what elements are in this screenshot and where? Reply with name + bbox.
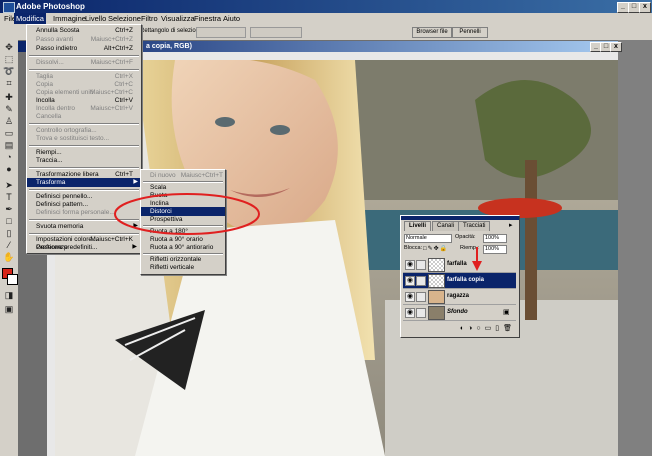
transform-menu-item[interactable]: Di nuovo Maiusc+Ctrl+T — [141, 171, 225, 180]
quickmask-icon[interactable]: ◨ — [3, 290, 15, 301]
layer-row-ragazza[interactable]: ◉ ragazza — [403, 289, 516, 305]
browser-file-tab[interactable]: Browser file — [412, 27, 452, 38]
layer-name: ragazza — [447, 293, 470, 299]
edit-menu-item[interactable]: Passo avanti Maiusc+Ctrl+Z — [27, 35, 141, 44]
move-tool-icon[interactable]: ✥ — [3, 42, 15, 53]
menu-bar: File Modifica Immagine Livello Selezione… — [0, 13, 652, 24]
eye-icon[interactable]: ◉ — [405, 276, 415, 286]
eyedropper-tool-icon[interactable]: ⁄ — [3, 240, 15, 251]
layers-bottom-buttons[interactable]: ◐◑○▭▯🗑 — [403, 324, 516, 335]
mode-buttons[interactable] — [196, 27, 246, 38]
transform-menu-item[interactable]: Ruota a 90° antiorario — [141, 243, 225, 252]
gradient-tool-icon[interactable]: ▤ — [3, 140, 15, 151]
blur-tool-icon[interactable]: ◔ — [3, 152, 15, 163]
edit-menu-item[interactable]: Annulla Scosta Ctrl+Z — [27, 26, 141, 35]
toolbox: ✥ ⬚ ➰ ⌗ ✚ ✎ ♙ ▭ ▤ ◔ ● ➤ T ✒ □ ▯ ⁄ ✋ ◨ ▣ — [0, 40, 18, 456]
lock-icon: ▣ — [503, 309, 510, 316]
layer-thumbnail — [428, 274, 445, 288]
layer-row-sfondo[interactable]: ◉ Sfondo ▣ — [403, 305, 516, 321]
menu-filtro[interactable]: Filtro — [139, 13, 160, 24]
panel-title-strip — [401, 216, 519, 220]
notes-tool-icon[interactable]: ▯ — [3, 228, 15, 239]
lock-icons[interactable]: □✎✥🔒 — [423, 245, 453, 253]
panel-menu-icon[interactable]: ▸ — [509, 221, 513, 229]
edit-menu-item[interactable]: Trova e sostituisci testo... — [27, 134, 141, 143]
menu-separator — [29, 145, 139, 147]
eye-icon[interactable]: ◉ — [405, 260, 415, 270]
tab-livelli[interactable]: Livelli — [404, 221, 432, 231]
window-title-bar: Adobe Photoshop _ □ x — [0, 0, 652, 13]
edit-menu-item-trasforma[interactable]: Trasforma ▶ — [27, 178, 141, 187]
close-button[interactable]: x — [639, 2, 651, 13]
opacity-label: Opacità: — [455, 234, 476, 240]
menu-modifica[interactable]: Modifica — [14, 13, 46, 24]
shape-tool-icon[interactable]: □ — [3, 216, 15, 227]
brush-icon — [416, 292, 426, 302]
layer-name: farfalla — [447, 261, 467, 267]
screen-mode-icon[interactable]: ▣ — [3, 304, 15, 315]
crop-tool-icon[interactable]: ⌗ — [3, 78, 15, 89]
annotation-ellipse — [114, 193, 260, 235]
align-buttons[interactable] — [250, 27, 302, 38]
brushes-tab[interactable]: Pennelli — [452, 27, 488, 38]
transform-menu-item[interactable]: Rifletti verticale — [141, 263, 225, 272]
brush-tool-icon[interactable]: ✎ — [3, 104, 15, 115]
edit-menu-item[interactable]: Traccia... — [27, 156, 141, 165]
layer-row-farfalla[interactable]: ◉ farfalla — [403, 257, 516, 273]
path-selection-tool-icon[interactable]: ➤ — [3, 180, 15, 191]
menu-separator — [29, 123, 139, 125]
brush-icon — [416, 308, 426, 318]
healing-tool-icon[interactable]: ✚ — [3, 92, 15, 103]
layer-name: farfalla copia — [447, 277, 485, 283]
menu-selezione[interactable]: Selezione — [106, 13, 143, 24]
menu-visualizza[interactable]: Visualizza — [159, 13, 197, 24]
menu-livello[interactable]: Livello — [83, 13, 108, 24]
fill-input[interactable]: 100% — [483, 245, 507, 254]
background-color-swatch[interactable] — [7, 274, 18, 285]
layer-thumbnail — [428, 258, 445, 272]
brush-icon — [416, 260, 426, 270]
edit-menu-item[interactable]: Passo indietro Alt+Ctrl+Z — [27, 44, 141, 53]
edit-menu-item[interactable]: Dissolvi... Maiusc+Ctrl+F — [27, 58, 141, 67]
menu-aiuto[interactable]: Aiuto — [221, 13, 242, 24]
type-tool-icon[interactable]: T — [3, 192, 15, 203]
opacity-input[interactable]: 100% — [483, 234, 507, 243]
annotation-arrow — [472, 247, 482, 271]
edit-menu-item[interactable]: Cancella — [27, 112, 141, 121]
lasso-tool-icon[interactable]: ➰ — [3, 66, 15, 77]
document-title: a copia, RGB) — [146, 43, 192, 50]
layer-name: Sfondo — [447, 309, 468, 315]
menu-separator — [29, 69, 139, 71]
submenu-arrow-icon: ▶ — [133, 179, 138, 185]
eraser-tool-icon[interactable]: ▭ — [3, 128, 15, 139]
menu-separator — [29, 55, 139, 57]
submenu-arrow-icon: ▶ — [132, 244, 137, 250]
dodge-tool-icon[interactable]: ● — [3, 164, 15, 175]
lock-label: Blocca: — [404, 245, 423, 251]
photoshop-app-icon — [3, 2, 15, 13]
layer-thumbnail — [428, 290, 445, 304]
edit-menu-item-preferenze[interactable]: Preferenze ▶ — [27, 243, 140, 252]
layer-thumbnail — [428, 306, 445, 320]
hand-tool-icon[interactable]: ✋ — [3, 252, 15, 263]
eye-icon[interactable]: ◉ — [405, 308, 415, 318]
stamp-tool-icon[interactable]: ♙ — [3, 116, 15, 127]
eye-icon[interactable]: ◉ — [405, 292, 415, 302]
layers-panel: Livelli Canali Tracciati ▸ Normale Opaci… — [400, 215, 520, 338]
menu-finestra[interactable]: Finestra — [192, 13, 223, 24]
selection-label: Rettangolo di selezione — [140, 28, 203, 34]
pen-tool-icon[interactable]: ✒ — [3, 204, 15, 215]
tab-tracciati[interactable]: Tracciati — [458, 221, 491, 231]
window-title: Adobe Photoshop — [16, 2, 85, 11]
tab-canali[interactable]: Canali — [432, 221, 460, 231]
blend-mode-select[interactable]: Normale — [404, 234, 452, 243]
menu-separator — [29, 167, 139, 169]
doc-close-button[interactable]: x — [610, 42, 622, 52]
layer-row-farfalla-copia[interactable]: ◉ farfalla copia — [403, 273, 516, 289]
brush-icon — [416, 276, 426, 286]
marquee-tool-icon[interactable]: ⬚ — [3, 54, 15, 65]
